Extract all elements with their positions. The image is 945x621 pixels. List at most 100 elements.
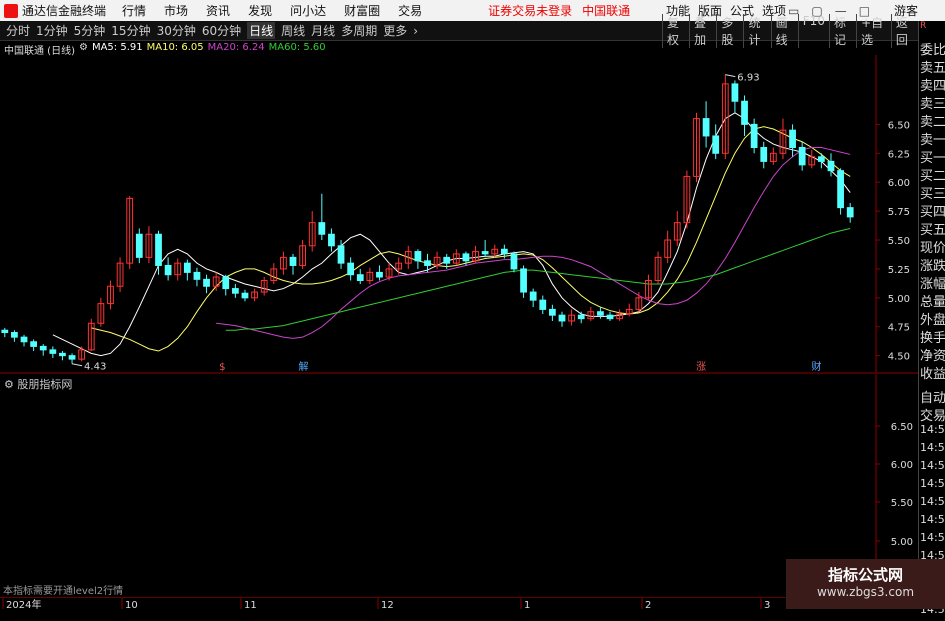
stats-button[interactable]: 统计	[743, 13, 770, 48]
sidebar-time: 14:56	[920, 531, 945, 544]
high-marker-line	[725, 74, 736, 78]
sidebar-time: 14:56	[920, 513, 945, 526]
candle-body	[39, 345, 47, 351]
menu-item-market[interactable]: 行情	[122, 2, 146, 19]
date-label: 11	[244, 600, 257, 609]
date-axis: 2024年 10 11 12 1 2 3	[0, 597, 918, 609]
sidebar-label[interactable]: 交易	[919, 405, 945, 423]
date-label: 2024年	[6, 598, 41, 609]
indicator-tick: 5.00	[891, 537, 913, 548]
date-label: 10	[125, 600, 138, 609]
candle-body	[30, 341, 38, 347]
price-tick: 5.75	[888, 207, 910, 218]
sidebar-label: 外盘	[920, 313, 945, 327]
sidebar-scale-icon[interactable]: R	[919, 21, 945, 39]
ma-lines	[52, 112, 851, 357]
candle-body	[11, 332, 18, 338]
menu-item-discover[interactable]: 发现	[248, 2, 272, 19]
date-label: 1	[524, 600, 530, 609]
sidebar-label: 卖一	[920, 133, 945, 147]
date-label: 2	[645, 600, 651, 609]
mark-button[interactable]: 标记	[828, 13, 856, 48]
sidebar-label: 净资	[920, 349, 945, 363]
indicator-axis: 6.50 6.00 5.50 5.00	[876, 422, 913, 548]
candle-body	[318, 222, 326, 235]
sidebar-label[interactable]: 自动	[919, 387, 945, 405]
candle-body	[164, 264, 172, 276]
candle-body	[443, 256, 451, 264]
candle-body	[241, 292, 249, 299]
app-logo-icon	[4, 3, 18, 18]
period-daily[interactable]: 日线	[247, 22, 276, 39]
candle-body	[231, 288, 239, 294]
period-15min[interactable]: 15分钟	[111, 22, 150, 39]
period-60min[interactable]: 60分钟	[202, 22, 241, 39]
menu-item-trade[interactable]: 交易	[398, 2, 422, 19]
period-multi[interactable]: 多周期	[341, 22, 377, 39]
candle-body	[558, 314, 566, 322]
adjust-button[interactable]: 复权	[662, 13, 689, 48]
candle-body	[731, 83, 739, 102]
event-marker[interactable]: $	[219, 362, 225, 373]
add-watchlist-button[interactable]: +自选	[856, 13, 891, 48]
candle-body	[289, 256, 297, 266]
back-button[interactable]: 返回	[890, 13, 918, 48]
candle-body	[510, 253, 518, 270]
draw-button[interactable]: 画线	[770, 13, 798, 48]
candle-body	[500, 248, 508, 255]
multi-stock-button[interactable]: 多股	[716, 13, 743, 48]
period-30min[interactable]: 30分钟	[157, 22, 196, 39]
candle-body	[750, 123, 758, 149]
sidebar-label: 卖四	[920, 79, 945, 93]
candle-body	[837, 170, 844, 209]
period-monthly[interactable]: 月线	[311, 22, 335, 39]
menu-item-wealth[interactable]: 财富圈	[344, 2, 380, 19]
period-5min[interactable]: 5分钟	[74, 22, 106, 39]
price-tick: 4.75	[888, 323, 910, 334]
candle-body	[798, 147, 806, 166]
event-marker[interactable]: 涨	[696, 361, 706, 373]
indicator-tick: 6.00	[891, 460, 913, 471]
candle-body	[817, 156, 825, 162]
candle-body	[577, 314, 585, 320]
menu-item-exchange[interactable]: 市场	[164, 2, 188, 19]
sidebar-time: 14:56	[920, 459, 945, 472]
indicator-tick: 6.50	[891, 422, 913, 433]
trading-status: 证券交易未登录	[488, 4, 573, 18]
event-marker[interactable]: 解	[299, 360, 309, 373]
sidebar-label: 买三	[920, 187, 945, 201]
menu-item-ask[interactable]: 问小达	[290, 2, 326, 19]
candle-body	[606, 314, 614, 320]
event-marker[interactable]: 财	[812, 360, 822, 373]
period-tick[interactable]: 分时	[6, 22, 30, 39]
candlestick-chart[interactable]: 4.50 4.75 5.00 5.25 5.50 5.75 6.00 6.25 6.50 6.9…	[0, 55, 918, 375]
price-tick: 6.00	[888, 178, 910, 189]
menu-item-news[interactable]: 资讯	[206, 2, 230, 19]
price-tick: 6.25	[888, 149, 910, 160]
candle-body	[347, 262, 355, 276]
watermark-url: www.zbgs3.com	[816, 585, 915, 599]
candle-body	[549, 308, 556, 316]
sidebar-time: 14:56	[920, 423, 945, 436]
candle-body	[520, 268, 527, 293]
overlay-button[interactable]: 叠加	[689, 13, 716, 48]
candle-body	[424, 260, 431, 266]
sidebar-label: 换手	[920, 331, 945, 345]
candle-body	[20, 336, 28, 343]
candle-body	[481, 251, 489, 255]
period-more[interactable]: 更多	[383, 22, 407, 39]
candle-body	[59, 352, 66, 357]
period-weekly[interactable]: 周线	[281, 22, 305, 39]
chevron-right-icon[interactable]: ›	[413, 24, 418, 38]
period-1min[interactable]: 1分钟	[36, 22, 68, 39]
sidebar-label: 总量	[920, 295, 945, 309]
sidebar-label: 买二	[920, 169, 945, 183]
candle-body	[1, 329, 9, 334]
ma5-line	[52, 112, 851, 357]
candle-body	[193, 271, 201, 280]
sidebar-label: 卖三	[920, 97, 945, 111]
candle-body	[702, 118, 710, 137]
f10-button[interactable]: F10	[797, 13, 829, 48]
indicator-pane[interactable]: 6.50 6.00 5.50 5.00	[0, 374, 918, 596]
indicator-tick: 5.50	[891, 498, 913, 509]
